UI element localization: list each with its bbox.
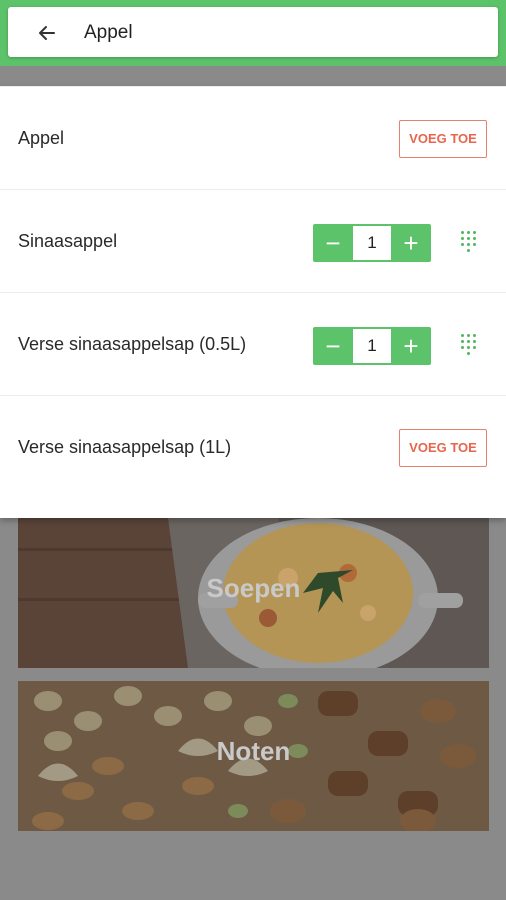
product-name: Sinaasappel bbox=[18, 231, 118, 251]
category-card-soups[interactable]: Soepen bbox=[18, 518, 489, 668]
search-results-panel: Appel VOEG TOE Sinaasappel − 1 + Verse s… bbox=[0, 86, 506, 518]
search-bar[interactable]: Appel bbox=[8, 7, 498, 57]
app-bar: Appel bbox=[0, 0, 506, 66]
search-input[interactable]: Appel bbox=[84, 22, 133, 44]
category-card-nuts[interactable]: Noten bbox=[18, 681, 489, 831]
decrement-button[interactable]: − bbox=[313, 327, 353, 365]
add-button[interactable]: VOEG TOE bbox=[399, 120, 487, 158]
increment-button[interactable]: + bbox=[391, 327, 431, 365]
quantity-value[interactable]: 1 bbox=[353, 329, 391, 363]
keypad-icon[interactable] bbox=[459, 231, 479, 255]
increment-button[interactable]: + bbox=[391, 224, 431, 262]
back-arrow-icon[interactable] bbox=[36, 22, 58, 44]
decrement-button[interactable]: − bbox=[313, 224, 353, 262]
add-button[interactable]: VOEG TOE bbox=[399, 429, 487, 467]
list-item[interactable]: Appel VOEG TOE bbox=[0, 86, 506, 189]
category-label-nuts: Noten bbox=[216, 736, 291, 766]
product-name: Appel bbox=[18, 128, 65, 148]
keypad-icon[interactable] bbox=[459, 334, 479, 358]
quantity-stepper: − 1 + bbox=[313, 224, 431, 262]
product-name: Verse sinaasappelsap (0.5L) bbox=[18, 334, 247, 354]
list-item[interactable]: Verse sinaasappelsap (1L) VOEG TOE bbox=[0, 395, 506, 498]
quantity-stepper: − 1 + bbox=[313, 327, 431, 365]
product-name: Verse sinaasappelsap (1L) bbox=[18, 437, 232, 457]
list-item[interactable]: Verse sinaasappelsap (0.5L) − 1 + bbox=[0, 292, 506, 395]
quantity-value[interactable]: 1 bbox=[353, 226, 391, 260]
list-item[interactable]: Sinaasappel − 1 + bbox=[0, 189, 506, 292]
category-label-soups: Soepen bbox=[206, 573, 301, 603]
